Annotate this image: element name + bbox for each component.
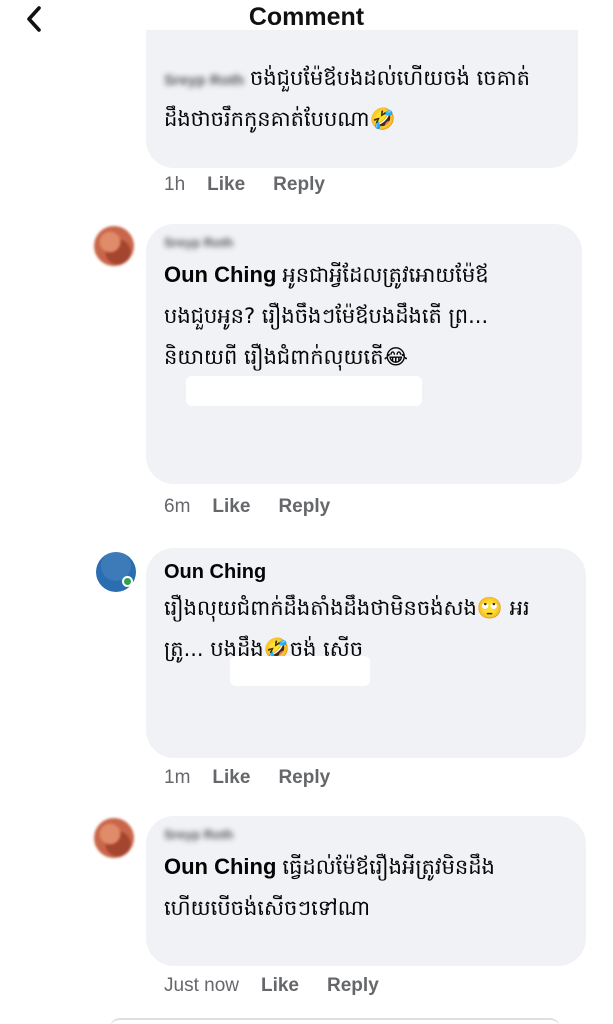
- comment-actions: 1h Like Reply: [164, 174, 353, 196]
- reply-button[interactable]: Reply: [278, 496, 330, 518]
- avatar[interactable]: [94, 818, 134, 858]
- chevron-left-icon: [27, 6, 41, 32]
- reply-button[interactable]: Reply: [327, 975, 379, 997]
- avatar[interactable]: [94, 226, 134, 266]
- like-button[interactable]: Like: [212, 496, 250, 518]
- comment-actions: 6m Like Reply: [164, 496, 358, 518]
- comment-actions: 1m Like Reply: [164, 767, 358, 789]
- comment-time: 1m: [164, 767, 191, 788]
- like-button[interactable]: Like: [212, 767, 250, 789]
- comment-bubble[interactable]: Sreyp Roth Oun Ching អូនជាអ្វីដែលត្រូវអោយ…: [146, 224, 582, 484]
- reply-button[interactable]: Reply: [278, 767, 330, 789]
- redaction-block: [230, 656, 370, 686]
- comment-bubble[interactable]: Oun Ching រឿងលុយជំពាក់ដឹងតាំងដឹងថាមិនចង់…: [146, 548, 586, 758]
- mention-link[interactable]: Oun Ching: [164, 854, 276, 879]
- comment-bubble[interactable]: Sreyp Roth ចង់ជួបម៉ែឪបងដល់ហើយចង់ ចេគាត់ដឹ…: [146, 30, 578, 168]
- redaction-block: [186, 376, 422, 406]
- like-button[interactable]: Like: [207, 174, 245, 196]
- comment-author[interactable]: Sreyp Roth: [164, 234, 564, 252]
- like-button[interactable]: Like: [261, 975, 299, 997]
- online-status-icon: [122, 576, 133, 587]
- comment-composer-edge: [110, 1018, 560, 1024]
- page-title: Comment: [248, 2, 365, 31]
- comment-time: 1h: [164, 174, 186, 195]
- comment-author[interactable]: Sreyp Roth: [164, 72, 244, 90]
- mention-link[interactable]: Oun Ching: [164, 262, 276, 287]
- back-button[interactable]: [14, 2, 54, 36]
- comment-text: Oun Ching អូនជាអ្វីដែលត្រូវអោយម៉ែឪ បងជួបអ…: [164, 254, 564, 378]
- comment-author[interactable]: Oun Ching: [164, 558, 568, 586]
- comment-text: Sreyp Roth ចង់ជួបម៉ែឪបងដល់ហើយចង់ ចេគាត់ដឹ…: [164, 58, 560, 140]
- comment-screen: Comment Sreyp Roth ចង់ជួបម៉ែឪបងដល់ហើយចង់ …: [0, 0, 613, 1024]
- comment-bubble[interactable]: Sreyp Roth Oun Ching ធ្វើដល់ម៉ែឪរឿងអីត្រូ…: [146, 816, 586, 966]
- comment-time: Just now: [164, 975, 239, 996]
- comment-author[interactable]: Sreyp Roth: [164, 826, 568, 844]
- comment-time: 6m: [164, 496, 191, 517]
- comment-actions: Just now Like Reply: [164, 975, 407, 997]
- reply-button[interactable]: Reply: [273, 174, 325, 196]
- comment-text: Oun Ching ធ្វើដល់ម៉ែឪរឿងអីត្រូវមិនដឹង ហើយ…: [164, 846, 568, 929]
